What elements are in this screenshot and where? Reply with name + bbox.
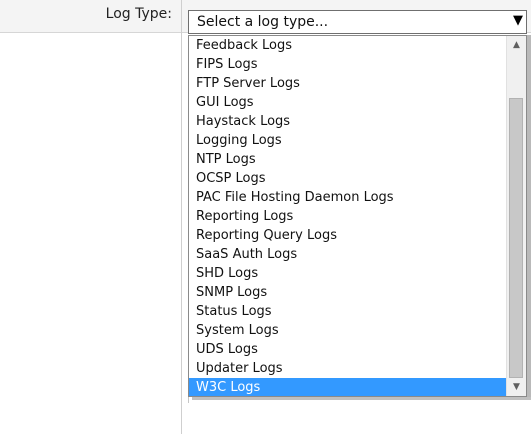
scroll-down-arrow-icon[interactable]: ▼: [507, 378, 526, 396]
column-divider: [181, 0, 182, 434]
dropdown-option[interactable]: UDS Logs: [189, 340, 507, 359]
dropdown-option[interactable]: Reporting Query Logs: [189, 226, 507, 245]
dropdown-option[interactable]: SaaS Auth Logs: [189, 245, 507, 264]
dropdown-shadow-right: [527, 35, 531, 397]
dropdown-option[interactable]: Feedback Logs: [189, 36, 507, 55]
dropdown-option[interactable]: SHD Logs: [189, 264, 507, 283]
dropdown-option[interactable]: W3C Logs: [189, 378, 507, 396]
dropdown-option[interactable]: FTP Server Logs: [189, 74, 507, 93]
dropdown-option[interactable]: FIPS Logs: [189, 55, 507, 74]
scroll-up-arrow-icon[interactable]: ▲: [507, 36, 526, 54]
log-type-row: Log Type: Select a log type... ▼: [0, 0, 531, 34]
dropdown-shadow-bottom: [192, 397, 531, 400]
dropdown-option[interactable]: NTP Logs: [189, 150, 507, 169]
dropdown-option[interactable]: System Logs: [189, 321, 507, 340]
log-type-select-value: Select a log type...: [197, 14, 329, 30]
dropdown-option[interactable]: OCSP Logs: [189, 169, 507, 188]
dropdown-option[interactable]: SNMP Logs: [189, 283, 507, 302]
label-cell: Log Type:: [0, 0, 180, 32]
log-type-label: Log Type:: [105, 6, 172, 22]
dropdown-scrollbar[interactable]: ▲ ▼: [506, 36, 526, 396]
log-type-dropdown: Feedback Logs FIPS Logs FTP Server Logs GUI…: [188, 35, 527, 397]
triangle-down-icon[interactable]: ▼: [513, 13, 523, 28]
dropdown-option[interactable]: Updater Logs: [189, 359, 507, 378]
dropdown-option[interactable]: Status Logs: [189, 302, 507, 321]
dropdown-options-list: Feedback Logs FIPS Logs FTP Server Logs GUI…: [189, 36, 507, 396]
log-type-select[interactable]: Select a log type... ▼: [188, 10, 527, 34]
dropdown-option[interactable]: Haystack Logs: [189, 112, 507, 131]
dropdown-option[interactable]: Reporting Logs: [189, 207, 507, 226]
dropdown-option[interactable]: GUI Logs: [189, 93, 507, 112]
dropdown-option[interactable]: PAC File Hosting Daemon Logs: [189, 188, 507, 207]
scroll-thumb[interactable]: [509, 98, 523, 378]
dropdown-option[interactable]: Logging Logs: [189, 131, 507, 150]
